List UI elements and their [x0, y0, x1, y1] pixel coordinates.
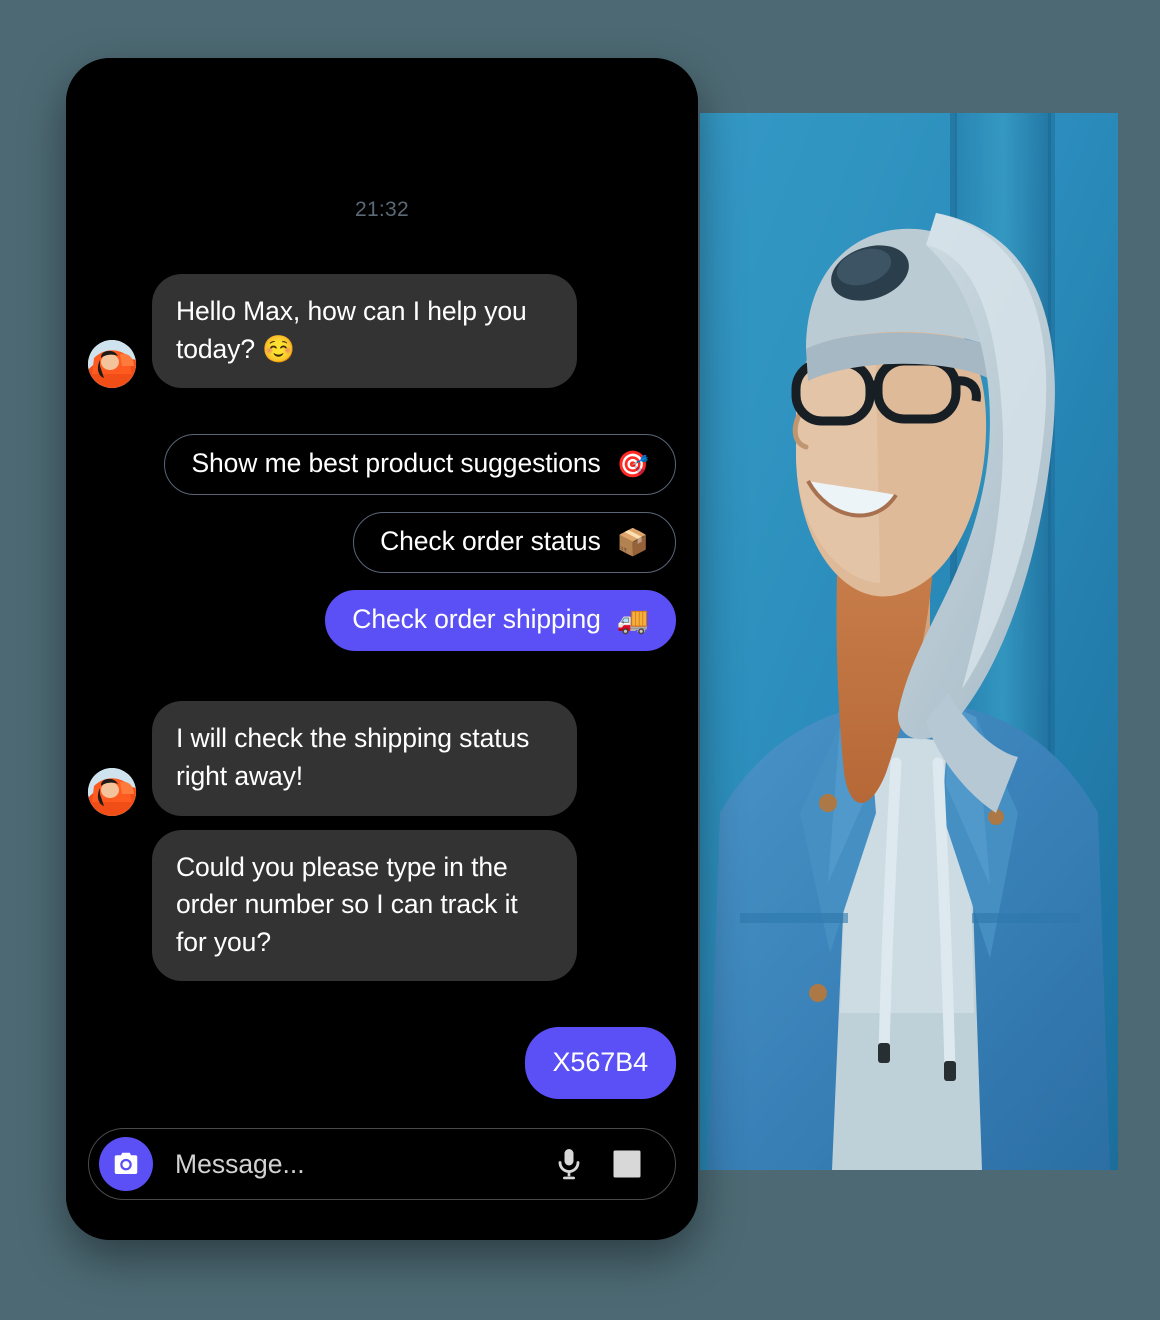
gallery-button[interactable] [601, 1138, 653, 1190]
quick-reply-chip-1[interactable]: Show me best product suggestions 🎯 [164, 434, 676, 496]
quick-reply-chip-2[interactable]: Check order status 📦 [353, 512, 676, 574]
camera-button[interactable] [99, 1137, 153, 1191]
camera-icon [114, 1152, 138, 1174]
page-root: 21:32 Hello Max, how can I help you toda… [0, 0, 1160, 1320]
message-bubble: Could you please type in the order numbe… [152, 829, 577, 982]
truck-emoji: 🚚 [616, 604, 649, 635]
message-row-bot: Hello Max, how can I help you today? ☺️ [88, 274, 676, 389]
mic-button[interactable] [543, 1138, 595, 1190]
photo-illustration [700, 113, 1118, 1170]
target-emoji: 🎯 [616, 448, 649, 479]
microphone-icon [558, 1149, 580, 1180]
message-bubble: I will check the shipping status right a… [152, 701, 577, 816]
chat-screen: 21:32 Hello Max, how can I help you toda… [66, 58, 698, 1240]
composer-area [66, 1128, 698, 1240]
composer-bar [88, 1128, 676, 1200]
message-bubble-user: X567B4 [524, 1027, 676, 1099]
message-row-user: X567B4 [88, 1027, 676, 1099]
package-emoji: 📦 [616, 526, 649, 557]
quick-reply-label: Check order shipping [352, 604, 601, 635]
image-icon [613, 1150, 641, 1178]
avatar [88, 767, 136, 816]
quick-reply-group: Show me best product suggestions 🎯 Check… [88, 434, 676, 652]
avatar [88, 340, 136, 389]
quick-reply-chip-3[interactable]: Check order shipping 🚚 [325, 590, 676, 652]
message-row-bot: Could you please type in the order numbe… [88, 829, 676, 982]
message-row-bot: I will check the shipping status right a… [88, 701, 676, 816]
avatar-image [88, 340, 136, 389]
quick-reply-label: Check order status [380, 526, 601, 557]
message-input[interactable] [153, 1148, 537, 1180]
message-list: Hello Max, how can I help you today? ☺️ … [66, 222, 698, 1128]
avatar-image [88, 767, 136, 816]
quick-reply-label: Show me best product suggestions [191, 448, 601, 479]
hero-photo [700, 113, 1118, 1170]
message-bubble: Hello Max, how can I help you today? ☺️ [152, 274, 577, 389]
phone-frame: 21:32 Hello Max, how can I help you toda… [66, 58, 698, 1240]
chat-timestamp: 21:32 [354, 198, 410, 221]
